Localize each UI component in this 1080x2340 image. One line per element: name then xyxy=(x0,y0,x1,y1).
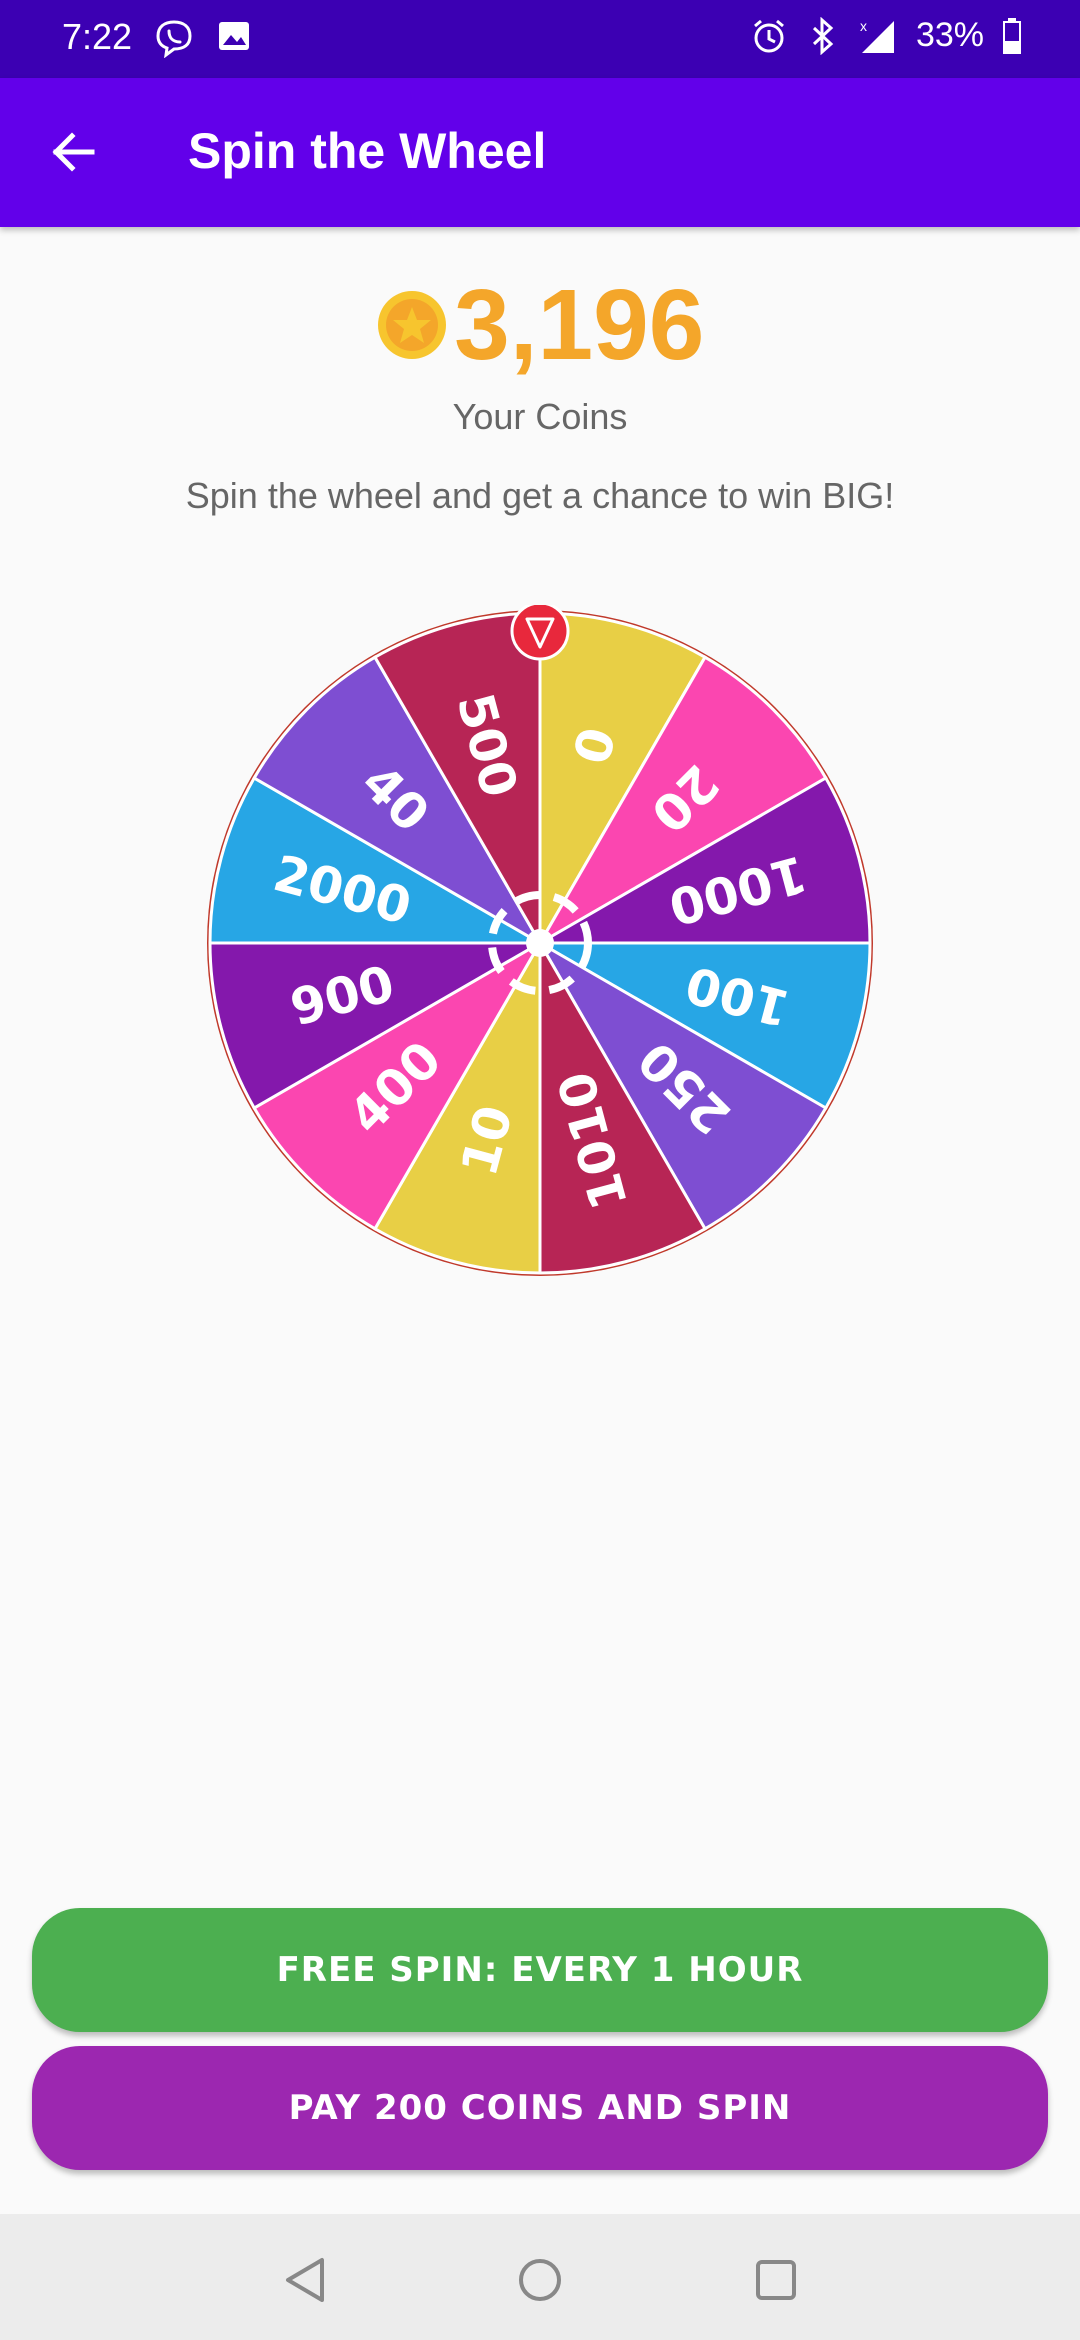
spin-wheel[interactable]: 0 20 1000 100 250 1010 10 400 900 2000 40 500 xyxy=(202,601,878,1281)
back-triangle-icon[interactable] xyxy=(276,2250,336,2310)
battery-percent: 33% xyxy=(915,16,984,54)
home-circle-icon[interactable] xyxy=(510,2250,570,2310)
battery-icon xyxy=(1003,17,1021,54)
coins-display: 3,196 xyxy=(0,270,1080,380)
alarm-icon xyxy=(753,19,784,52)
coin-balance: 3,196 xyxy=(454,269,705,381)
bluetooth-icon xyxy=(812,16,834,55)
navigation-bar xyxy=(0,2214,1080,2340)
page-title: Spin the Wheel xyxy=(188,123,547,179)
svg-text:x: x xyxy=(860,18,867,34)
wheel-hub xyxy=(526,929,554,957)
recents-square-icon[interactable] xyxy=(746,2250,806,2310)
app-bar: Spin the Wheel xyxy=(0,78,1080,227)
signal-icon: x xyxy=(860,18,894,53)
arrow-left-icon[interactable] xyxy=(46,124,102,180)
status-time: 7:22 xyxy=(62,16,133,57)
free-spin-button[interactable]: FREE SPIN: EVERY 1 HOUR xyxy=(32,1908,1048,2032)
wheel-pointer-icon xyxy=(510,601,570,661)
viber-icon xyxy=(156,20,192,58)
pay-spin-button[interactable]: PAY 200 COINS AND SPIN xyxy=(32,2046,1048,2170)
status-bar: 7:22 x 33% xyxy=(0,0,1080,78)
coins-label: Your Coins xyxy=(452,396,628,437)
wheel-graphic: 0201000100250101010400900200040 500 xyxy=(207,601,873,1276)
subtitle: Spin the wheel and get a chance to win B… xyxy=(185,475,895,516)
coin-icon xyxy=(377,291,446,359)
image-icon xyxy=(219,22,249,50)
